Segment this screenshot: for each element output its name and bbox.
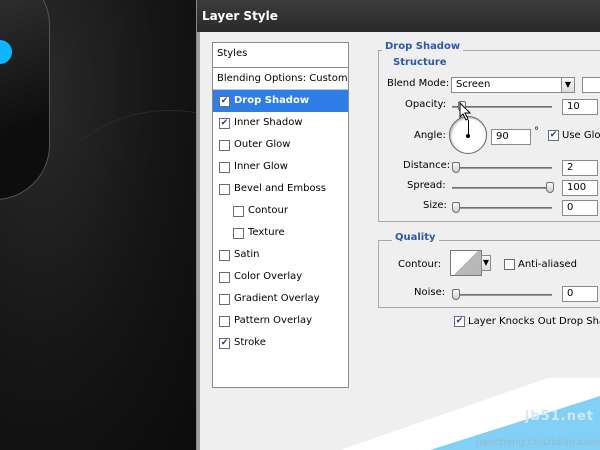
opacity-field[interactable]: 10 <box>562 99 598 115</box>
style-item-gradient-overlay[interactable]: Gradient Overlay <box>213 288 348 310</box>
chevron-down-icon[interactable]: ▼ <box>481 255 491 271</box>
angle-center <box>466 134 470 138</box>
use-global-light-checkbox[interactable]: ✔ <box>548 130 559 141</box>
size-field[interactable]: 0 <box>562 200 598 216</box>
style-item-label: Inner Glow <box>234 161 288 172</box>
size-slider[interactable] <box>452 202 552 213</box>
spread-field[interactable]: 100 <box>562 180 598 196</box>
spread-label: Spread: <box>407 180 446 191</box>
dark-shape <box>0 0 50 200</box>
style-checkbox[interactable]: ✔ <box>219 117 230 129</box>
style-checkbox[interactable]: ✔ <box>219 95 230 107</box>
noise-field[interactable]: 0 <box>562 286 598 302</box>
spread-slider-thumb[interactable] <box>546 182 554 193</box>
chevron-down-icon[interactable]: ▼ <box>561 77 575 93</box>
distance-label: Distance: <box>403 160 451 171</box>
style-item-label: Inner Shadow <box>234 117 303 128</box>
style-checkbox[interactable] <box>219 139 230 151</box>
contour-label: Contour: <box>398 259 442 270</box>
blend-mode-select[interactable]: Screen <box>451 77 562 93</box>
use-global-light-label: Use Globa <box>562 130 600 141</box>
style-item-label: Gradient Overlay <box>234 293 320 304</box>
style-checkbox[interactable] <box>219 271 230 283</box>
style-item-drop-shadow[interactable]: ✔ Drop Shadow <box>213 90 348 112</box>
spread-slider[interactable] <box>452 182 554 193</box>
style-checkbox[interactable] <box>219 293 230 305</box>
style-item-satin[interactable]: Satin <box>213 244 348 266</box>
style-item-inner-glow[interactable]: Inner Glow <box>213 156 348 178</box>
style-item-label: Satin <box>234 249 260 260</box>
style-item-label: Texture <box>248 227 285 238</box>
style-item-bevel-and-emboss[interactable]: Bevel and Emboss <box>213 178 348 200</box>
quality-title: Quality <box>392 232 439 243</box>
style-checkbox[interactable] <box>219 315 230 327</box>
style-item-pattern-overlay[interactable]: Pattern Overlay <box>213 310 348 332</box>
background-curve <box>40 110 200 330</box>
shadow-color-swatch[interactable] <box>582 77 600 93</box>
style-item-stroke[interactable]: ✔ Stroke <box>213 332 348 354</box>
style-checkbox[interactable] <box>219 161 230 173</box>
style-item-color-overlay[interactable]: Color Overlay <box>213 266 348 288</box>
blend-mode-label: Blend Mode: <box>387 78 450 89</box>
style-item-label: Color Overlay <box>234 271 303 282</box>
style-checkbox[interactable]: ✔ <box>219 337 230 349</box>
style-checkbox[interactable] <box>219 183 230 195</box>
style-item-texture[interactable]: Texture <box>213 222 348 244</box>
style-item-label: Stroke <box>234 337 266 348</box>
anti-aliased-label: Anti-aliased <box>518 259 578 270</box>
styles-list: Styles Blending Options: Custom ✔ Drop Sh… <box>212 42 349 388</box>
blending-options-item[interactable]: Blending Options: Custom <box>213 68 348 90</box>
distance-field[interactable]: 2 <box>562 160 598 176</box>
dialog-title: Layer Style <box>197 0 600 32</box>
style-item-label: Contour <box>248 205 288 216</box>
style-item-label: Bevel and Emboss <box>234 183 326 194</box>
style-item-contour[interactable]: Contour <box>213 200 348 222</box>
distance-slider[interactable] <box>452 162 552 173</box>
style-item-outer-glow[interactable]: Outer Glow <box>213 134 348 156</box>
knockout-label: Layer Knocks Out Drop Shado <box>468 316 600 327</box>
contour-preview[interactable] <box>450 250 482 276</box>
mouse-cursor-icon <box>459 102 472 121</box>
style-item-label: Drop Shadow <box>234 95 310 106</box>
drop-shadow-section-title: Drop Shadow <box>382 41 464 52</box>
knockout-checkbox[interactable]: ✔ <box>454 316 465 327</box>
style-item-label: Outer Glow <box>234 139 291 150</box>
noise-label: Noise: <box>414 287 446 298</box>
noise-slider[interactable] <box>452 289 552 300</box>
angle-field[interactable]: 90 <box>491 129 531 145</box>
anti-aliased-checkbox[interactable] <box>504 259 515 270</box>
style-item-label: Pattern Overlay <box>234 315 313 326</box>
watermark: jb51.net jiaocheng.chazidian.com <box>340 370 600 450</box>
watermark-url: jiaocheng.chazidian.com <box>476 437 600 448</box>
background-artwork <box>0 0 200 450</box>
watermark-text: jb51.net <box>524 409 594 424</box>
distance-slider-thumb[interactable] <box>452 162 460 173</box>
opacity-label: Opacity: <box>405 99 447 110</box>
style-item-inner-shadow[interactable]: ✔ Inner Shadow <box>213 112 348 134</box>
structure-title: Structure <box>390 57 450 68</box>
style-checkbox[interactable] <box>219 249 230 261</box>
size-slider-thumb[interactable] <box>452 202 460 213</box>
noise-slider-thumb[interactable] <box>452 289 460 300</box>
angle-label: Angle: <box>414 130 446 141</box>
style-checkbox[interactable] <box>233 227 244 239</box>
style-checkbox[interactable] <box>233 205 244 217</box>
size-label: Size: <box>423 200 447 211</box>
angle-unit: ° <box>534 126 539 137</box>
styles-header[interactable]: Styles <box>213 43 348 68</box>
